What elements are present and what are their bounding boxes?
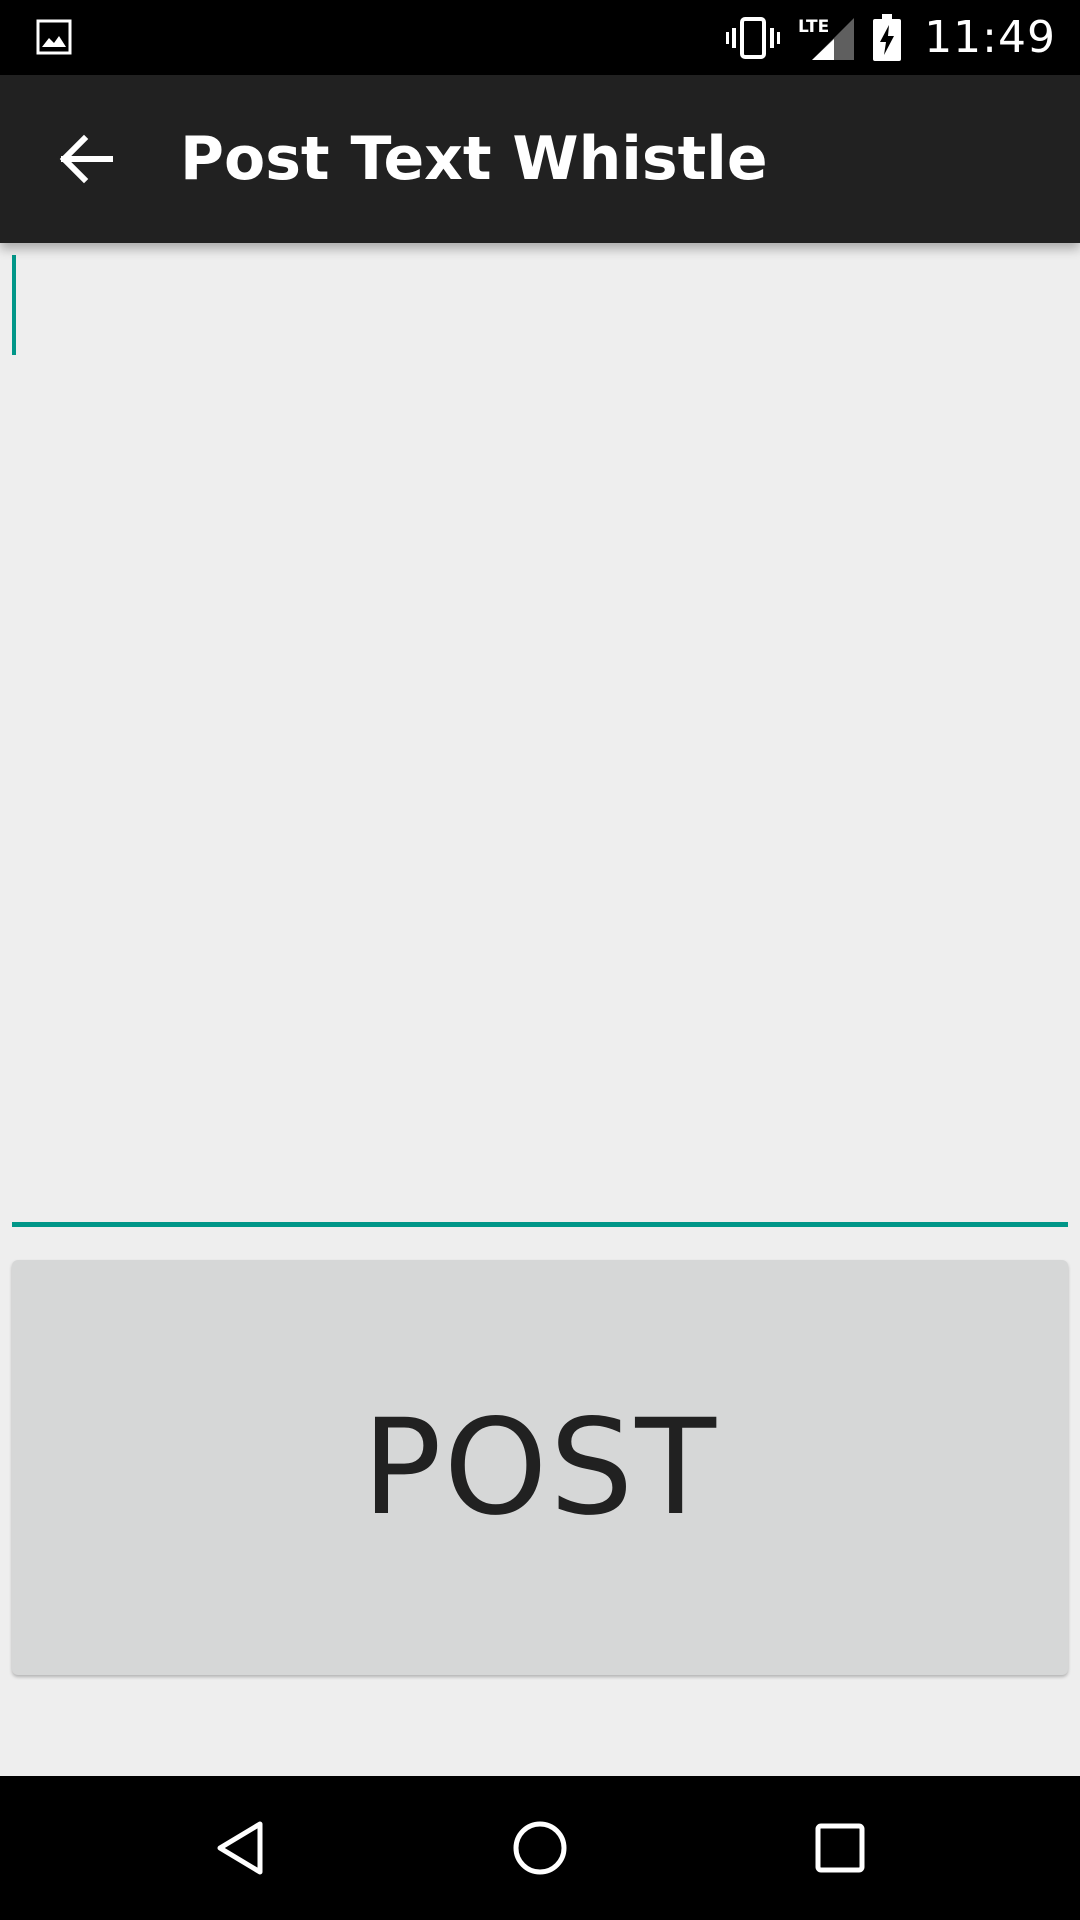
status-icons: LTE 11:49 — [708, 0, 1056, 75]
post-button[interactable]: POST — [12, 1260, 1068, 1675]
post-button-label: POST — [362, 1390, 718, 1545]
navigation-bar — [0, 1776, 1080, 1920]
image-notification-icon — [36, 19, 72, 55]
arrow-back-icon — [59, 134, 113, 184]
app-bar: Post Text Whistle — [0, 75, 1080, 243]
text-field-underline — [12, 1222, 1068, 1227]
battery-charging-icon — [873, 13, 902, 61]
back-button[interactable] — [42, 115, 130, 203]
nav-back-button[interactable] — [190, 1798, 290, 1898]
page-title: Post Text Whistle — [180, 124, 768, 194]
vibrate-icon — [726, 16, 781, 59]
nav-home-icon — [513, 1821, 567, 1875]
lte-signal-icon: LTE — [798, 17, 855, 60]
whistle-text-input[interactable] — [12, 243, 1068, 1229]
status-bar: LTE 11:49 — [0, 0, 1080, 75]
nav-recents-button[interactable] — [790, 1798, 890, 1898]
nav-home-button[interactable] — [490, 1798, 590, 1898]
nav-back-icon — [217, 1821, 263, 1875]
status-time: 11:49 — [924, 12, 1056, 63]
nav-recents-icon — [815, 1823, 865, 1873]
lte-label: LTE — [798, 17, 829, 37]
screen: LTE 11:49 Post Text Whistle POST — [0, 0, 1080, 1920]
text-cursor — [12, 255, 16, 355]
whistle-text-field[interactable] — [12, 243, 1068, 1229]
